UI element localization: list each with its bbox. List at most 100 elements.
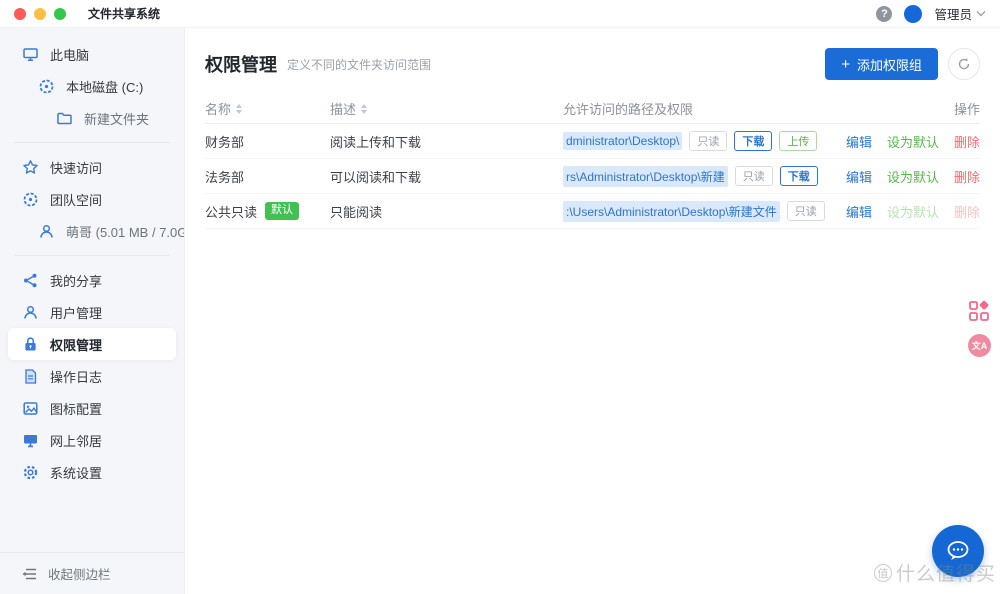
perm-tag-download: 下载	[734, 131, 772, 151]
col-header-name[interactable]: 名称	[205, 99, 231, 118]
set-default-link[interactable]: 设为默认	[887, 167, 939, 186]
set-default-link-disabled: 设为默认	[887, 202, 939, 221]
group-desc: 可以阅读和下载	[330, 167, 421, 186]
page-subtitle: 定义不同的文件夹访问范围	[287, 56, 431, 73]
translate-button[interactable]: 文A	[968, 334, 991, 357]
sidebar-item-operation-log[interactable]: 操作日志	[0, 360, 184, 392]
sidebar-item-label: 系统设置	[50, 463, 102, 482]
translate-icon: 文A	[972, 339, 988, 352]
minimize-window-button[interactable]	[34, 8, 46, 20]
sidebar-item-quick-access[interactable]: 快速访问	[0, 151, 184, 183]
help-icon[interactable]: ?	[876, 6, 892, 22]
refresh-icon	[957, 57, 971, 71]
sidebar-item-label: 萌哥 (5.01 MB / 7.0GB)	[66, 222, 184, 241]
sidebar-item-user-mengge[interactable]: 萌哥 (5.01 MB / 7.0GB)	[0, 215, 184, 247]
sidebar-item-label: 本地磁盘 (C:)	[66, 77, 143, 96]
sidebar-item-label: 用户管理	[50, 303, 102, 322]
edit-link[interactable]: 编辑	[846, 202, 872, 221]
close-window-button[interactable]	[14, 8, 26, 20]
widget-grid-button[interactable]	[968, 300, 990, 322]
sort-icon[interactable]	[236, 104, 242, 114]
sidebar-item-new-folder[interactable]: 新建文件夹	[0, 102, 184, 134]
edit-link[interactable]: 编辑	[846, 132, 872, 151]
perm-tag-readonly: 只读	[689, 131, 727, 151]
watermark-logo: 值	[874, 564, 892, 582]
path-value: :\Users\Administrator\Desktop\新建文件	[563, 201, 780, 222]
chat-bubble-icon	[945, 539, 971, 563]
group-desc: 阅读上传和下载	[330, 132, 421, 151]
table-row: 财务部 阅读上传和下载 dministrator\Desktop\ 只读 下载 …	[205, 124, 980, 159]
add-button-label: 添加权限组	[857, 55, 922, 74]
group-name: 法务部	[205, 167, 244, 186]
group-name: 公共只读	[205, 202, 257, 221]
sidebar-item-local-disk-c[interactable]: 本地磁盘 (C:)	[0, 70, 184, 102]
disk-icon	[22, 191, 39, 208]
sidebar-item-network-neighborhood[interactable]: 网上邻居	[0, 424, 184, 456]
sidebar-divider	[14, 142, 170, 143]
grid-squares-icon	[968, 300, 990, 322]
sidebar-item-label: 新建文件夹	[84, 109, 149, 128]
log-icon	[22, 368, 39, 385]
sidebar-item-user-management[interactable]: 用户管理	[0, 296, 184, 328]
sort-icon[interactable]	[361, 104, 367, 114]
sidebar-item-label: 我的分享	[50, 271, 102, 290]
sidebar-item-label: 权限管理	[50, 335, 102, 354]
sidebar-item-team-space[interactable]: 团队空间	[0, 183, 184, 215]
table-row: 公共只读 默认 只能阅读 :\Users\Administrator\Deskt…	[205, 194, 980, 229]
col-header-ops: 操作	[954, 99, 980, 118]
set-default-link[interactable]: 设为默认	[887, 132, 939, 151]
maximize-window-button[interactable]	[54, 8, 66, 20]
refresh-button[interactable]	[948, 48, 980, 80]
path-value: dministrator\Desktop\	[563, 132, 682, 150]
collapse-sidebar-icon	[22, 568, 37, 580]
sidebar-item-this-pc[interactable]: 此电脑	[0, 38, 184, 70]
sidebar: 此电脑 本地磁盘 (C:) 新建文件夹 快速访问 团队空间	[0, 28, 185, 594]
delete-link[interactable]: 删除	[954, 167, 980, 186]
network-icon	[22, 432, 39, 449]
star-icon	[22, 159, 39, 176]
perm-tag-download: 下载	[780, 166, 818, 186]
table-header-row: 名称 描述 允许访问的路径及权限 操作	[205, 94, 980, 124]
sidebar-item-label: 图标配置	[50, 399, 102, 418]
col-header-path: 允许访问的路径及权限	[563, 99, 693, 118]
table-row: 法务部 可以阅读和下载 rs\Administrator\Desktop\新建 …	[205, 159, 980, 194]
sidebar-item-label: 团队空间	[50, 190, 102, 209]
edit-link[interactable]: 编辑	[846, 167, 872, 186]
chevron-down-icon	[976, 10, 986, 17]
user-icon	[22, 304, 39, 321]
group-desc: 只能阅读	[330, 202, 382, 221]
user-name: 管理员	[934, 4, 972, 23]
disk-icon	[38, 78, 55, 95]
window-titlebar: 文件共享系统 ? 管理员	[0, 0, 1000, 28]
sidebar-item-label: 此电脑	[50, 45, 89, 64]
plus-icon: +	[841, 57, 850, 72]
app-window: 文件共享系统 ? 管理员 此电脑 本地磁盘 (C:)	[0, 0, 1000, 594]
chat-button[interactable]	[932, 525, 984, 577]
user-menu[interactable]: 管理员	[934, 4, 986, 23]
delete-link-disabled: 删除	[954, 202, 980, 221]
sidebar-item-permission-management[interactable]: 权限管理	[8, 328, 176, 360]
perm-tag-upload: 上传	[779, 131, 817, 151]
group-name: 财务部	[205, 132, 244, 151]
avatar[interactable]	[904, 5, 922, 23]
lock-icon	[22, 336, 39, 353]
image-icon	[22, 400, 39, 417]
delete-link[interactable]: 删除	[954, 132, 980, 151]
computer-icon	[22, 46, 39, 63]
window-title: 文件共享系统	[88, 5, 160, 22]
share-icon	[22, 272, 39, 289]
path-value: rs\Administrator\Desktop\新建	[563, 166, 728, 187]
gear-icon	[22, 464, 39, 481]
perm-tag-readonly: 只读	[787, 201, 825, 221]
permission-table: 名称 描述 允许访问的路径及权限 操作 财务部 阅读上传和下载 dminis	[205, 94, 980, 229]
add-permission-group-button[interactable]: + 添加权限组	[825, 48, 938, 80]
sidebar-item-my-shares[interactable]: 我的分享	[0, 264, 184, 296]
col-header-desc[interactable]: 描述	[330, 99, 356, 118]
perm-tag-readonly: 只读	[735, 166, 773, 186]
sidebar-item-icon-config[interactable]: 图标配置	[0, 392, 184, 424]
sidebar-divider	[14, 255, 170, 256]
page-title: 权限管理	[205, 51, 277, 77]
collapse-sidebar-button[interactable]: 收起侧边栏	[0, 552, 184, 594]
sidebar-item-system-settings[interactable]: 系统设置	[0, 456, 184, 488]
sidebar-item-label: 快速访问	[50, 158, 102, 177]
